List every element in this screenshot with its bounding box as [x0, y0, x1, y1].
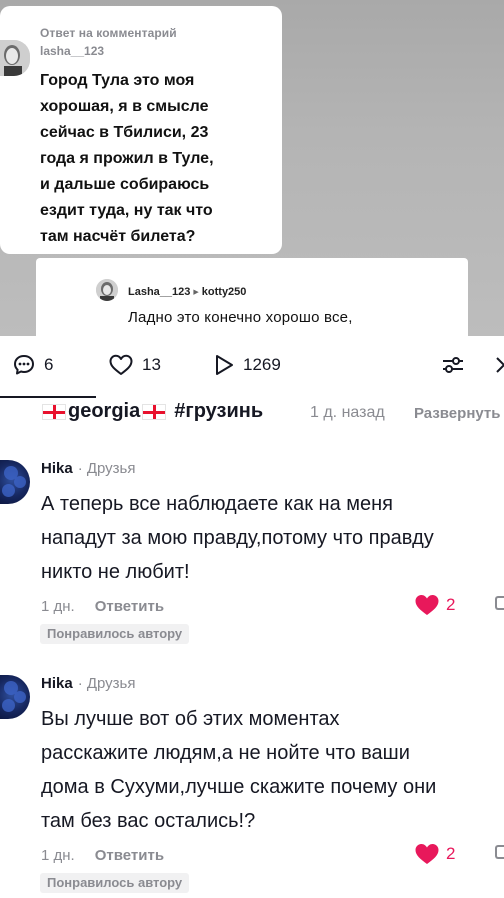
- play-icon: [216, 355, 233, 375]
- video-preview[interactable]: Ответ на комментарий lasha__123 Город Ту…: [0, 0, 504, 336]
- filter-icon: [443, 357, 463, 373]
- filter-button[interactable]: [440, 353, 466, 377]
- comment-author[interactable]: Hika · Друзья: [41, 675, 136, 692]
- comments-tab[interactable]: 6: [12, 353, 53, 377]
- caption-tags[interactable]: georgia #грузинь: [42, 400, 263, 423]
- comment-like-count: 2: [446, 595, 456, 614]
- hashtag-georgia[interactable]: georgia: [68, 400, 140, 423]
- comment-like-button[interactable]: 2: [414, 593, 455, 617]
- author-name[interactable]: Hika: [41, 460, 73, 477]
- sub-username: Lasha__123: [128, 286, 191, 298]
- heart-filled-icon: [415, 595, 439, 615]
- georgia-flag-icon: [42, 403, 66, 420]
- comment-text: А теперь все наблюдаете как на меня напа…: [41, 487, 504, 589]
- views-tab[interactable]: 1269: [213, 353, 281, 377]
- reply-button[interactable]: Ответить: [95, 847, 164, 864]
- georgia-flag-icon: [142, 403, 167, 420]
- caption: georgia #грузинь 1 д. назад Развернуть: [0, 398, 504, 432]
- expand-button[interactable]: Развернуть: [414, 405, 500, 422]
- liked-by-author-badge: Понравилось автору: [40, 873, 190, 893]
- comment-line: Вы лучше вот об этих моментах: [41, 708, 340, 730]
- reply-header: Ответ на комментарий: [40, 26, 177, 40]
- sub-meta: Lasha__123 ▶ kotty250: [128, 286, 246, 298]
- comment-like-count: 2: [446, 844, 456, 863]
- liked-by-author-badge: Понравилось автору: [40, 624, 190, 644]
- likes-count: 13: [142, 355, 161, 374]
- reply-text: Город Тула это моя хорошая, я в смысле с…: [40, 72, 214, 245]
- comment-text: Вы лучше вот об этих моментах расскажите…: [41, 702, 504, 838]
- avatar-portrait: [0, 40, 30, 76]
- action-bar: 6 13 1269: [0, 336, 504, 398]
- author-relation: · Друзья: [77, 460, 136, 477]
- video-comment-overlay: Lasha__123 ▶ kotty250 Ладно это конечно …: [36, 258, 468, 336]
- reply-arrow-icon: ▶: [193, 289, 199, 296]
- comment-line: дома в Сухуми,лучше скажите почему они: [41, 776, 437, 798]
- comment-time: 1 дн.: [41, 847, 75, 864]
- reply-button[interactable]: Ответить: [95, 598, 164, 615]
- more-icon[interactable]: [495, 845, 504, 859]
- comment-like-button[interactable]: 2: [414, 842, 455, 866]
- author-name[interactable]: Hika: [41, 675, 73, 692]
- comment-meta: 1 дн. Ответить: [41, 847, 164, 864]
- heart-icon: [109, 354, 133, 375]
- comment-author[interactable]: Hika · Друзья: [41, 460, 136, 477]
- comment-line: А теперь все наблюдаете как на меня: [41, 493, 394, 515]
- likes-tab[interactable]: 13: [108, 353, 161, 377]
- close-button[interactable]: [494, 353, 504, 377]
- avatar[interactable]: [0, 675, 30, 719]
- comment-line: там без вас остались!?: [41, 810, 256, 832]
- sub-reply-to: kotty250: [201, 286, 247, 298]
- caption-time: 1 д. назад: [310, 404, 385, 421]
- sub-text: Ладно это конечно хорошо все,: [128, 309, 353, 326]
- comments-count: 6: [44, 355, 54, 374]
- reply-username: lasha__123: [40, 44, 105, 58]
- hashtag-gruzin[interactable]: #грузинь: [174, 400, 263, 423]
- comment-icon: [14, 355, 34, 375]
- reply-sticker: Ответ на комментарий lasha__123 Город Ту…: [0, 6, 282, 254]
- heart-filled-icon: [415, 844, 439, 864]
- close-icon: [496, 357, 504, 373]
- comment-line: нападут за мою правду,потому что правду: [41, 527, 434, 549]
- comment-line: никто не любит!: [41, 561, 190, 583]
- comment-line: расскажите людям,а не нойте что ваши: [41, 742, 410, 764]
- comment-meta: 1 дн. Ответить: [41, 598, 164, 615]
- author-relation: · Друзья: [77, 675, 136, 692]
- sub-avatar: [96, 279, 118, 301]
- views-count: 1269: [243, 355, 281, 374]
- caption-fade: [265, 398, 315, 432]
- avatar[interactable]: [0, 460, 30, 504]
- more-icon[interactable]: [495, 596, 504, 610]
- comment-time: 1 дн.: [41, 598, 75, 615]
- reply-avatar: [0, 40, 30, 76]
